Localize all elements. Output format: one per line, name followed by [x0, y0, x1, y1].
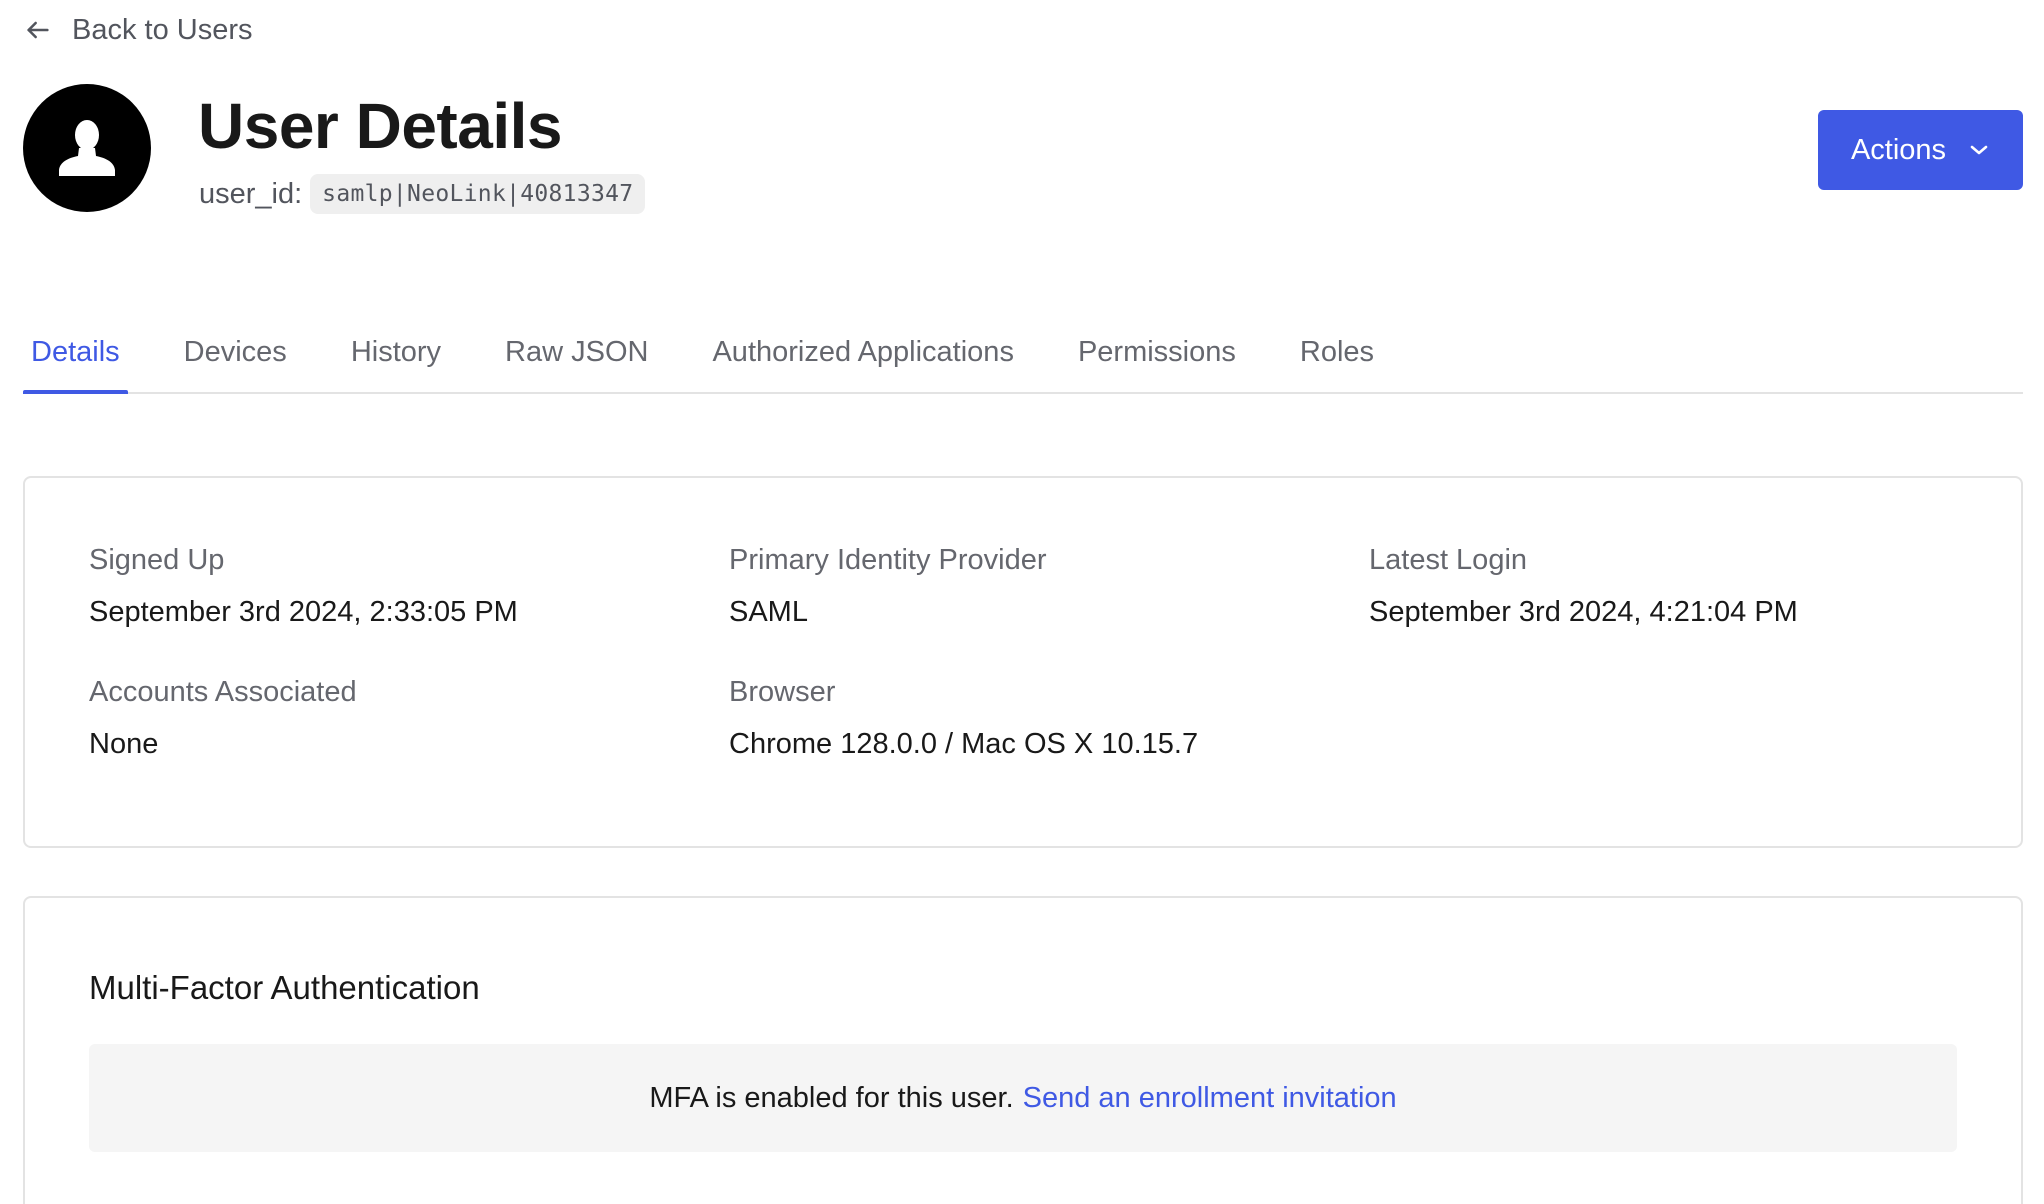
tab-roles[interactable]: Roles [1292, 312, 1382, 392]
browser-value: Chrome 128.0.0 / Mac OS X 10.15.7 [729, 728, 1199, 760]
mfa-card: Multi-Factor Authentication MFA is enabl… [23, 896, 2023, 1204]
accounts-associated-field: Accounts Associated None [89, 674, 729, 762]
primary-identity-provider-label: Primary Identity Provider [729, 544, 1047, 576]
primary-identity-provider-field: Primary Identity Provider SAML [729, 542, 1369, 630]
signed-up-label: Signed Up [89, 544, 225, 576]
browser-label: Browser [729, 676, 836, 708]
details-grid: Signed Up September 3rd 2024, 2:33:05 PM… [89, 542, 1957, 762]
mfa-notice: MFA is enabled for this user. Send an en… [89, 1044, 1957, 1152]
back-link-label: Back to Users [72, 13, 253, 46]
signed-up-field: Signed Up September 3rd 2024, 2:33:05 PM [89, 542, 729, 630]
browser-field: Browser Chrome 128.0.0 / Mac OS X 10.15.… [729, 674, 1369, 762]
user-id-label: user_id: [199, 177, 303, 210]
user-id-value: samlp|NeoLink|40813347 [310, 174, 646, 214]
arrow-left-icon [24, 16, 52, 44]
signed-up-value: September 3rd 2024, 2:33:05 PM [89, 596, 518, 628]
avatar [23, 84, 151, 212]
actions-button[interactable]: Actions [1818, 110, 2023, 190]
latest-login-value: September 3rd 2024, 4:21:04 PM [1369, 596, 1798, 628]
user-id-row: user_id: samlp|NeoLink|40813347 [199, 174, 646, 214]
accounts-associated-label: Accounts Associated [89, 676, 357, 708]
mfa-title: Multi-Factor Authentication [89, 969, 480, 1006]
send-enrollment-invitation-link[interactable]: Send an enrollment invitation [1023, 1082, 1397, 1115]
tab-bar: Details Devices History Raw JSON Authori… [23, 312, 2023, 394]
mfa-status-text: MFA is enabled for this user. [649, 1081, 1014, 1114]
details-card: Signed Up September 3rd 2024, 2:33:05 PM… [23, 476, 2023, 848]
back-to-users-link[interactable]: Back to Users [24, 10, 253, 50]
tab-history[interactable]: History [343, 312, 449, 392]
tab-raw-json[interactable]: Raw JSON [497, 312, 656, 392]
page-title: User Details [198, 90, 562, 162]
tab-details[interactable]: Details [23, 312, 128, 394]
tab-devices[interactable]: Devices [176, 312, 295, 392]
latest-login-field: Latest Login September 3rd 2024, 4:21:04… [1369, 542, 2009, 630]
tab-permissions[interactable]: Permissions [1070, 312, 1244, 392]
accounts-associated-value: None [89, 728, 159, 760]
user-details-page: Back to Users User Details user_id: saml… [0, 0, 2044, 1204]
actions-button-label: Actions [1850, 133, 1947, 166]
user-silhouette-icon [58, 118, 116, 178]
latest-login-label: Latest Login [1369, 544, 1528, 576]
tab-authorized-applications[interactable]: Authorized Applications [704, 312, 1021, 392]
chevron-down-icon [1968, 143, 1990, 157]
primary-identity-provider-value: SAML [729, 596, 808, 628]
